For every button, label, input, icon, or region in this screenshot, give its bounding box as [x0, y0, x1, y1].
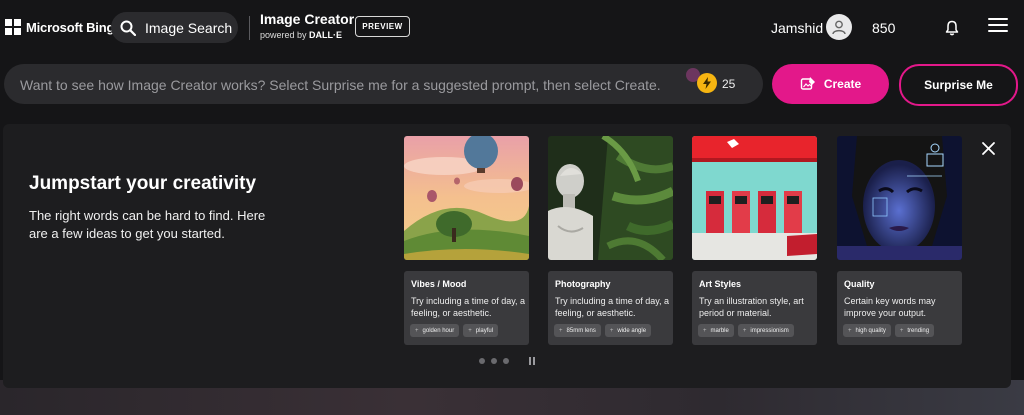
tag-85mm-lens[interactable]: +85mm lens: [554, 324, 601, 337]
search-icon: [120, 20, 136, 36]
idea-card-quality[interactable]: Quality Certain key words may improve yo…: [837, 136, 962, 345]
create-icon: [800, 77, 815, 90]
carousel-dot[interactable]: [491, 358, 497, 364]
header-divider: [249, 16, 250, 40]
carousel-dot[interactable]: [503, 358, 509, 364]
app-subtitle-prefix: powered by: [260, 30, 310, 40]
card-description: Try including a time of day, a feeling, …: [555, 296, 670, 318]
create-label: Create: [823, 77, 862, 91]
pause-icon[interactable]: [529, 357, 535, 365]
brand-label: Microsoft Bing: [26, 19, 115, 35]
card-description: Try an illustration style, art period or…: [699, 296, 804, 318]
tag-trending[interactable]: + trending: [894, 324, 935, 337]
card-description: Certain key words may improve your outpu…: [844, 296, 936, 318]
hamburger-menu-icon[interactable]: [988, 18, 1008, 34]
idea-card-vibes-mood[interactable]: Vibes / Mood Try including a time of day…: [404, 136, 529, 345]
surprise-me-button[interactable]: Surprise Me: [899, 64, 1018, 106]
app-title: Image Creator: [260, 11, 355, 27]
rewards-points[interactable]: 850: [872, 20, 895, 36]
tag-wide-angle[interactable]: + wide angle: [604, 324, 652, 337]
panel-description: The right words can be hard to find. Her…: [29, 208, 266, 241]
card-title: Vibes / Mood: [411, 279, 467, 289]
boost-coin-icon[interactable]: [697, 73, 717, 93]
notification-bell-icon[interactable]: [945, 20, 959, 36]
app-subtitle-brand: DALL·E: [309, 30, 343, 40]
carousel-dot[interactable]: [479, 358, 485, 364]
idea-card-art-styles[interactable]: Art Styles Try an illustration style, ar…: [692, 136, 817, 345]
tag-impressionism[interactable]: + impressionism: [737, 324, 794, 337]
card-title: Quality: [844, 279, 875, 289]
card-body: Photography Try including a time of day,…: [548, 271, 673, 345]
prompt-placeholder: Want to see how Image Creator works? Sel…: [20, 77, 661, 93]
user-icon: [832, 20, 846, 35]
microsoft-logo-icon: [5, 19, 21, 35]
app-subtitle: powered by DALL·E: [260, 30, 342, 40]
tag-playful[interactable]: + playful: [463, 324, 499, 337]
carousel-dots[interactable]: [479, 358, 509, 364]
card-body: Vibes / Mood Try including a time of day…: [404, 271, 529, 345]
card-image-photography: [548, 136, 673, 260]
tag-high-quality[interactable]: + high quality: [843, 324, 891, 337]
prompt-input[interactable]: Want to see how Image Creator works? Sel…: [4, 64, 763, 104]
image-search-label: Image Search: [145, 19, 233, 36]
lightning-icon: [703, 77, 711, 89]
bing-home-link[interactable]: Microsoft Bing: [5, 19, 114, 35]
user-name[interactable]: Jamshid: [771, 20, 823, 36]
card-image-art-styles: [692, 136, 817, 260]
card-title: Photography: [555, 279, 611, 289]
top-bar: Microsoft Bing Image Search Image Creato…: [0, 0, 1024, 58]
preview-badge: PREVIEW: [355, 16, 410, 37]
card-body: Art Styles Try an illustration style, ar…: [692, 271, 817, 345]
panel-title: Jumpstart your creativity: [29, 173, 257, 194]
card-image-quality: [837, 136, 962, 260]
image-search-button[interactable]: Image Search: [111, 12, 238, 43]
card-description: Try including a time of day, a feeling, …: [411, 296, 526, 318]
card-body: Quality Certain key words may improve yo…: [837, 271, 962, 345]
boost-count: 25: [722, 77, 736, 91]
tag-golden-hour[interactable]: + golden hour: [410, 324, 460, 337]
card-title: Art Styles: [699, 279, 742, 289]
idea-card-photography[interactable]: Photography Try including a time of day,…: [548, 136, 673, 345]
tag-marble[interactable]: + marble: [698, 324, 734, 337]
create-button[interactable]: Create: [772, 64, 889, 104]
card-image-vibes-mood: [404, 136, 529, 260]
avatar[interactable]: [826, 14, 852, 40]
close-icon[interactable]: [980, 140, 997, 157]
